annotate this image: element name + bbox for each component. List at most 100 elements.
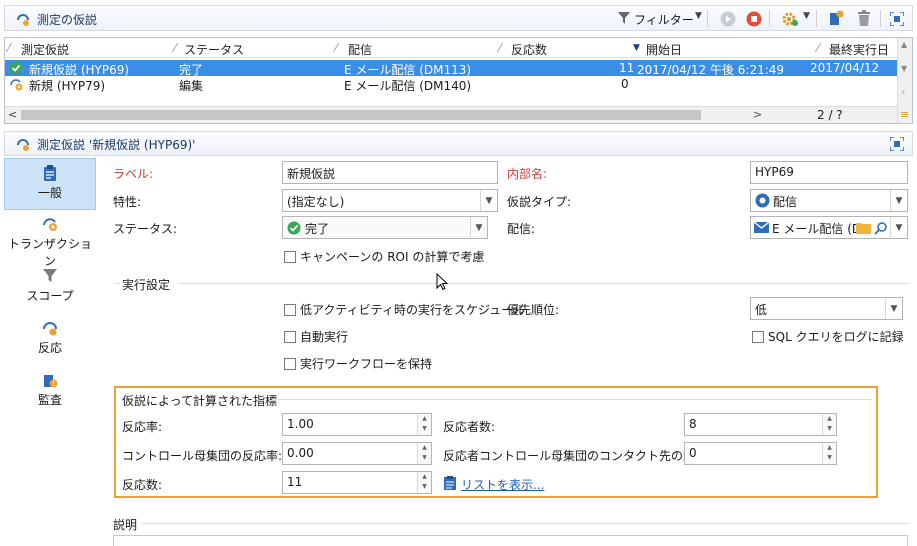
checkbox-box[interactable]: [284, 358, 296, 370]
internal-name-input[interactable]: HYP69: [750, 161, 908, 184]
scroll-end-icon[interactable]: ⩡: [901, 88, 906, 98]
chevron-down-icon[interactable]: ▼: [890, 217, 907, 238]
show-list-link[interactable]: リストを表示...: [461, 476, 544, 493]
delete-icon[interactable]: [856, 10, 872, 27]
nav-transaction[interactable]: トランザクション: [4, 210, 96, 268]
maximize-icon[interactable]: [890, 12, 904, 26]
column-sort-icon: ⁄: [174, 41, 177, 55]
spinner-icon[interactable]: ▲ ▼: [417, 443, 431, 464]
search-icon[interactable]: [874, 219, 890, 236]
hypotheses-panel-header: 測定の仮説 フィルター ▼ ▼: [4, 5, 913, 31]
filter-icon[interactable]: [618, 12, 630, 25]
folder-icon[interactable]: [856, 219, 872, 236]
keep-workflow-checkbox[interactable]: 実行ワークフローを保持: [284, 355, 432, 372]
column-header-responses[interactable]: 反応数: [511, 41, 547, 58]
column-header-start-date[interactable]: 開始日: [646, 41, 682, 58]
column-header-hypothesis[interactable]: 測定仮説: [21, 41, 69, 58]
table-row[interactable]: 新規仮説 (HYP69) 完了 E メール配信 (DM113) 11 2017/…: [5, 60, 897, 77]
chevron-down-icon[interactable]: ▼: [885, 298, 902, 319]
priority-select[interactable]: 低 ▼: [750, 297, 903, 320]
column-chooser-icon[interactable]: ≡: [900, 108, 909, 121]
column-header-last-run[interactable]: 最終実行日: [829, 41, 889, 58]
checkbox-label: 自動実行: [300, 330, 349, 344]
description-textarea[interactable]: [113, 535, 908, 546]
nature-select[interactable]: (指定なし) ▼: [282, 189, 498, 212]
priority-value: 低: [755, 303, 768, 317]
spinner-icon[interactable]: ▲ ▼: [822, 414, 836, 435]
control-rate-input[interactable]: 0.00 ▲ ▼: [282, 442, 432, 465]
gear-actions-icon[interactable]: [781, 10, 799, 28]
column-header-delivery[interactable]: 配信: [348, 41, 372, 58]
section-divider: [114, 283, 120, 284]
nav-scope[interactable]: スコープ: [4, 262, 96, 314]
clipboard-icon: [44, 165, 56, 181]
spinner-icon[interactable]: ▲ ▼: [417, 472, 431, 493]
panel-title: 測定の仮説: [37, 13, 98, 27]
section-divider: [178, 283, 908, 284]
filter-dropdown-icon[interactable]: ▼: [695, 11, 702, 21]
chevron-down-icon[interactable]: ▼: [480, 190, 497, 211]
priority-label: 優先順位:: [507, 303, 560, 317]
start-icon[interactable]: [720, 11, 736, 27]
spinner-icon[interactable]: ▲ ▼: [417, 414, 431, 435]
scroll-up-icon[interactable]: ▲: [901, 40, 907, 49]
status-value: 完了: [305, 222, 330, 236]
delivery-picker[interactable]: E メール配信 (D ▼: [750, 216, 908, 239]
column-header-status[interactable]: ステータス: [184, 41, 244, 58]
column-sort-icon: ⁄: [499, 41, 502, 55]
grid-header: ⁄ 測定仮説 ⁄ ステータス ⁄ 配信 ⁄ 反応数 ▼ 開始日 ⁄ 最終実行日: [5, 38, 897, 58]
scrollbar-thumb[interactable]: [21, 110, 701, 120]
responses-count-input[interactable]: 11 ▲ ▼: [282, 471, 432, 494]
nav-label: 反応: [37, 341, 62, 355]
scroll-left-icon[interactable]: <: [8, 108, 17, 121]
scroll-right-icon[interactable]: >: [753, 108, 762, 121]
reaction-icon: [43, 322, 57, 336]
stop-icon[interactable]: [746, 11, 762, 27]
schedule-low-activity-checkbox[interactable]: 低アクティビティ時の実行をスケジュール: [284, 301, 525, 318]
toolbar-separator: [707, 10, 708, 27]
nav-reaction[interactable]: 反応: [4, 314, 96, 366]
response-rate-label: 反応率:: [122, 420, 163, 434]
nav-label: 監査: [37, 393, 62, 407]
email-icon: [754, 222, 769, 233]
nav-general[interactable]: 一般: [4, 158, 96, 210]
control-contacts-label: 反応者コントロール母集団のコンタクト先の数:: [443, 449, 700, 463]
response-rate-input[interactable]: 1.00 ▲ ▼: [282, 413, 432, 436]
auto-execute-checkbox[interactable]: 自動実行: [284, 328, 348, 345]
chevron-down-icon[interactable]: ▼: [470, 217, 487, 238]
status-select[interactable]: 完了 ▼: [282, 216, 488, 239]
spinner-icon[interactable]: ▲ ▼: [822, 443, 836, 464]
responders-input[interactable]: 8 ▲ ▼: [684, 413, 837, 436]
actions-dropdown-icon[interactable]: ▼: [803, 11, 810, 21]
horizontal-scrollbar[interactable]: < > 2 / ?: [5, 106, 897, 123]
table-row[interactable]: 新規 (HYP79) 編集 E メール配信 (DM140) 0: [5, 76, 897, 93]
row-last-run: 2017/04/12: [810, 61, 880, 75]
detail-panel-header: 測定仮説 '新規仮説 (HYP69)': [4, 131, 913, 156]
row-name: 新規 (HYP79): [29, 79, 106, 93]
control-contacts-input[interactable]: 0 ▲ ▼: [684, 442, 837, 465]
chevron-down-icon[interactable]: ▼: [890, 190, 907, 211]
list-icon[interactable]: [444, 476, 456, 490]
responses-count-label: 反応数:: [122, 478, 163, 492]
vertical-scrollbar[interactable]: ▲ ▼ ⩡ ≡: [897, 38, 912, 123]
new-hypothesis-icon[interactable]: [828, 10, 844, 28]
control-rate-label: コントロール母集団の反応率:: [122, 449, 283, 463]
nav-audit[interactable]: 監査: [4, 366, 96, 418]
metrics-section-title: 仮説によって計算された指標: [122, 394, 278, 408]
checkbox-box[interactable]: [284, 304, 296, 316]
row-responses: 11: [619, 61, 635, 75]
scroll-down-icon[interactable]: ▼: [901, 64, 907, 73]
page-indicator: 2 / ?: [817, 108, 843, 122]
checkbox-box[interactable]: [284, 331, 296, 343]
label-input[interactable]: 新規仮説: [282, 161, 498, 184]
checkbox-box[interactable]: [752, 331, 764, 343]
maximize-icon[interactable]: [890, 137, 904, 151]
hypothesis-type-select[interactable]: 配信 ▼: [750, 189, 908, 212]
roi-checkbox-box[interactable]: [284, 251, 296, 263]
roi-checkbox[interactable]: キャンペーンの ROI の計算で考慮: [284, 248, 484, 265]
filter-button[interactable]: フィルター: [634, 11, 694, 28]
sql-log-checkbox[interactable]: SQL クエリをログに記録: [752, 328, 904, 345]
column-sort-icon: ⁄: [335, 41, 338, 55]
completed-status-icon: [9, 61, 23, 75]
hypothesis-type-label: 仮説タイプ:: [507, 195, 572, 209]
